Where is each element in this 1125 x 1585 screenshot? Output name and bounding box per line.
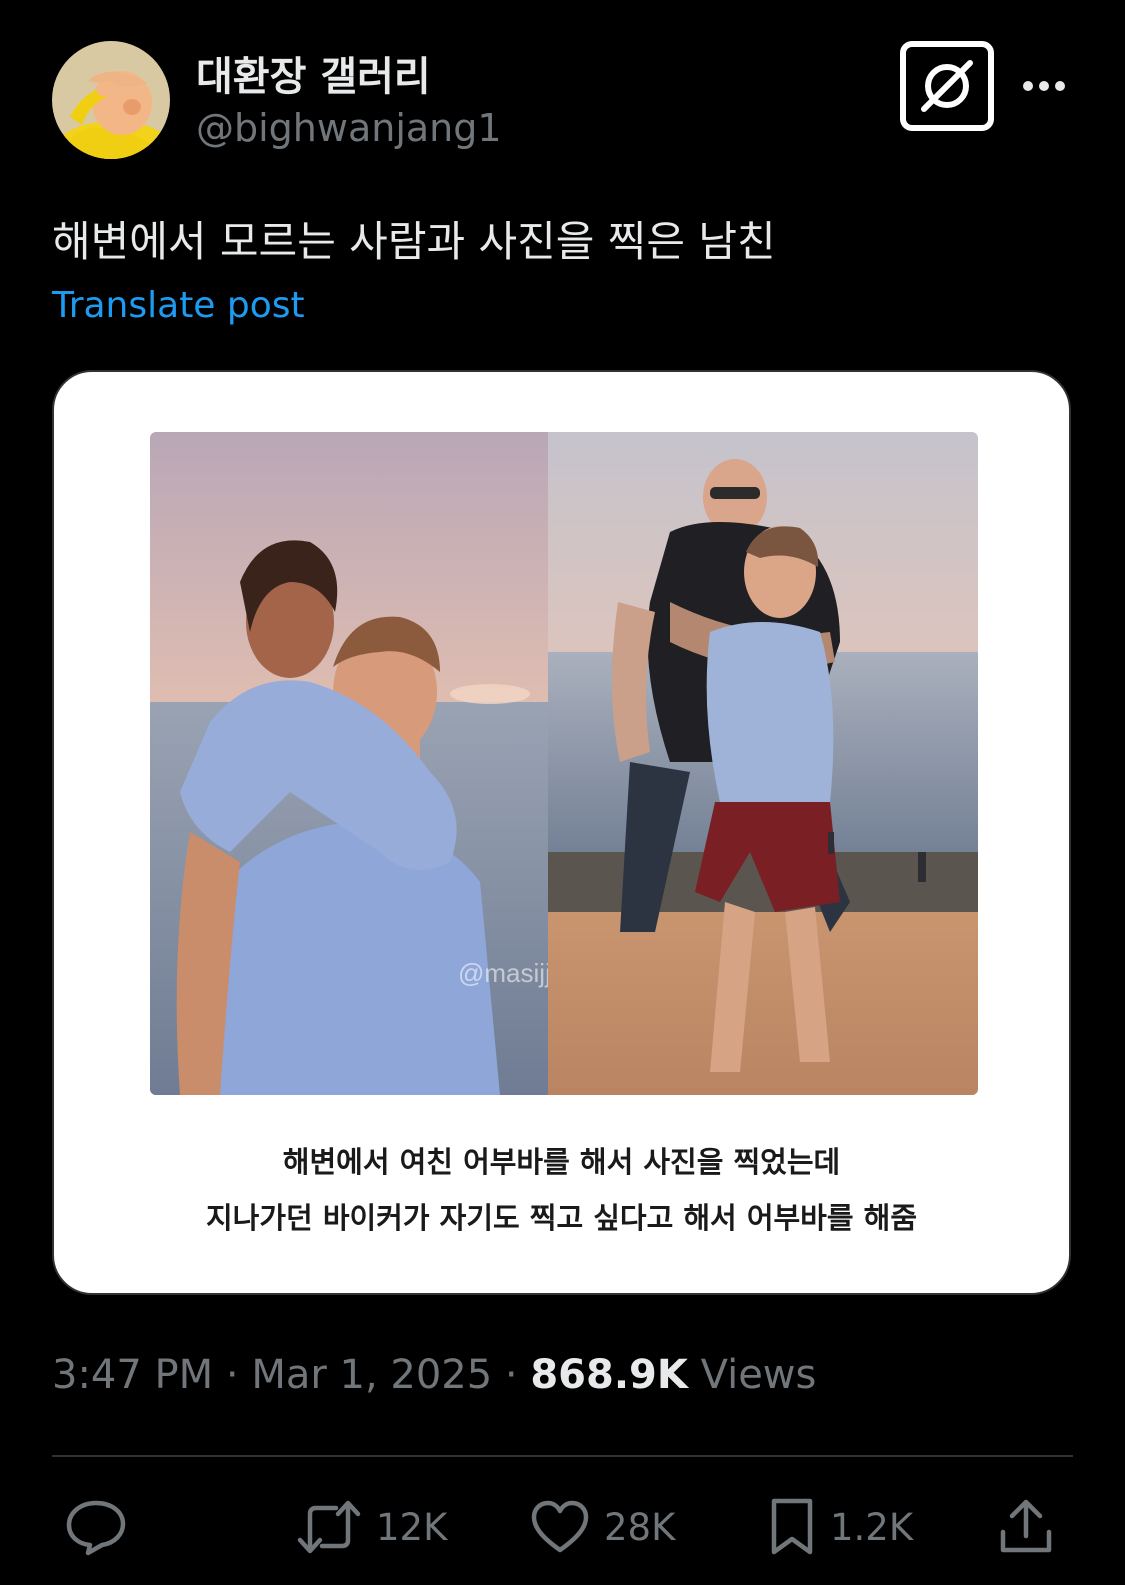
media-caption-line-2: 지나가던 바이커가 자기도 찍고 싶다고 해서 어부바를 해줌: [206, 1201, 917, 1235]
reply-icon: [66, 1500, 126, 1556]
author-handle[interactable]: @bighwanjang1: [196, 106, 502, 150]
beach-photo-image: @masijjyeong_: [150, 432, 978, 1095]
grok-button[interactable]: [900, 41, 994, 131]
translate-post-link[interactable]: Translate post: [52, 285, 305, 326]
share-button[interactable]: [998, 1492, 1054, 1562]
post-media[interactable]: @masijjyeong_ 해변에서 여친 어부바를 해서 사진을 찍었는데 지…: [52, 370, 1071, 1295]
repost-count: 12K: [376, 1505, 448, 1549]
share-icon: [1000, 1499, 1052, 1553]
post-text: 해변에서 모르는 사람과 사진을 찍은 남친: [52, 217, 776, 266]
more-options-button[interactable]: [1018, 66, 1070, 106]
avatar[interactable]: [52, 41, 170, 159]
views-count: 868.9K: [530, 1352, 688, 1398]
bookmark-button[interactable]: 1.2K: [768, 1492, 913, 1562]
repost-button[interactable]: 12K: [296, 1492, 447, 1562]
meta-separator: ·: [504, 1352, 518, 1398]
post-date[interactable]: Mar 1, 2025: [251, 1352, 492, 1398]
heart-icon: [531, 1500, 589, 1553]
divider: [52, 1455, 1073, 1457]
media-photo: @masijjyeong_: [150, 432, 978, 1095]
bookmark-icon: [771, 1498, 813, 1555]
author-display-name[interactable]: 대환장 갤러리: [196, 44, 431, 102]
media-caption-line-1: 해변에서 여친 어부바를 해서 사진을 찍었는데: [282, 1145, 841, 1179]
post-meta: 3:47 PM · Mar 1, 2025 · 868.9K Views: [52, 1352, 816, 1398]
grok-icon: [921, 60, 973, 112]
more-icon: [1023, 81, 1065, 91]
post-time[interactable]: 3:47 PM: [52, 1352, 213, 1398]
like-count: 28K: [604, 1505, 676, 1549]
like-button[interactable]: 28K: [530, 1492, 675, 1562]
reply-button[interactable]: [64, 1492, 128, 1562]
meta-separator: ·: [225, 1352, 239, 1398]
bookmark-count: 1.2K: [830, 1505, 914, 1549]
views-label: Views: [700, 1352, 817, 1398]
avatar-yellow-character-icon: [52, 41, 170, 159]
repost-icon: [297, 1500, 361, 1554]
